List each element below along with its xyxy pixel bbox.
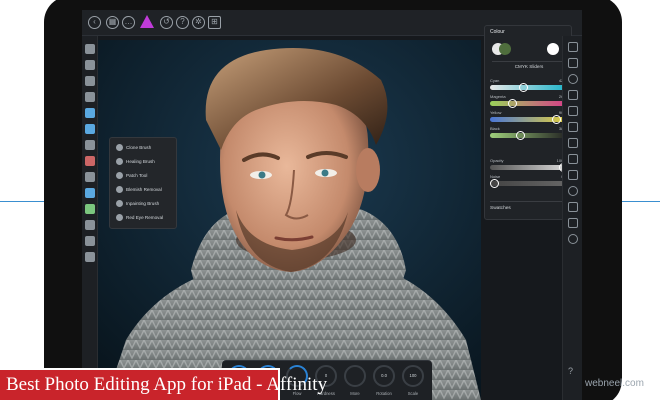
slider-label: Cyan <box>490 78 500 83</box>
slider-label: Opacity <box>490 158 504 163</box>
slider-track[interactable] <box>490 133 568 138</box>
erase-tool-icon[interactable] <box>85 156 95 166</box>
inpainting-brush-item[interactable]: Inpainting Brush <box>114 197 176 210</box>
colour-icon[interactable] <box>568 74 578 84</box>
shape-tool-icon[interactable] <box>85 236 95 246</box>
slider-knob[interactable] <box>552 115 562 124</box>
left-toolbar <box>82 36 98 400</box>
colour-panel-title: Colour <box>490 29 505 35</box>
slider-label: Yellow <box>490 110 502 115</box>
effects-icon[interactable] <box>568 122 578 132</box>
paint-brush-icon[interactable] <box>85 140 95 150</box>
guide-line-left <box>0 201 45 202</box>
slider-knob[interactable] <box>490 179 499 188</box>
brush-tool-icon[interactable] <box>85 76 95 86</box>
guide-line-right <box>620 201 660 202</box>
move-tool-icon[interactable] <box>85 60 95 70</box>
brush-dial-label: Scale <box>407 391 419 396</box>
retouch-tools-flyout: Clone Brush Healing Brush Patch Tool Ble… <box>109 137 177 229</box>
brush-dial-5[interactable]: 0.0 <box>373 365 395 387</box>
slider-cyan[interactable]: Cyan42 % <box>490 78 568 94</box>
slider-track[interactable] <box>490 165 568 170</box>
selection-tool-icon[interactable] <box>85 108 95 118</box>
clone-brush-icon <box>116 144 123 151</box>
slider-label: Black <box>490 126 500 131</box>
help-icon[interactable]: ? <box>176 16 189 29</box>
slider-knob[interactable] <box>507 99 517 108</box>
slider-track[interactable] <box>490 85 568 90</box>
brush-dial-6[interactable]: 100 <box>402 365 424 387</box>
retouch-tool-icon[interactable] <box>85 188 95 198</box>
plugin-icon[interactable]: ⊞ <box>208 16 221 29</box>
slider-track[interactable] <box>490 101 568 106</box>
blemish-removal-icon <box>116 186 123 193</box>
text-styles-icon[interactable] <box>568 154 578 164</box>
slider-label: Magenta <box>490 94 506 99</box>
secondary-colour-swatch[interactable] <box>499 43 511 55</box>
history-panel-icon[interactable] <box>568 234 578 244</box>
slider-black[interactable]: Black38 % <box>490 126 568 142</box>
filters-icon[interactable] <box>568 106 578 116</box>
swatches-section[interactable]: Swatches <box>490 201 568 213</box>
colour-panel: Colour CMYK Sliders Cyan42 %Magenta26 %Y… <box>484 25 572 220</box>
brushes-icon[interactable] <box>568 90 578 100</box>
affinity-logo-icon[interactable] <box>140 15 154 28</box>
patch-tool-icon <box>116 172 123 179</box>
colour-mode-selector[interactable]: CMYK Sliders <box>492 61 566 70</box>
adjustments-icon[interactable] <box>568 58 578 68</box>
navigator-icon[interactable] <box>568 202 578 212</box>
history-icon[interactable]: ↺ <box>160 16 173 29</box>
healing-brush-icon <box>116 158 123 165</box>
blemish-removal-item[interactable]: Blemish Removal <box>114 183 176 196</box>
brush-dial-4[interactable] <box>344 365 366 387</box>
pen-tool-icon[interactable] <box>85 220 95 230</box>
more-icon[interactable]: … <box>122 16 135 29</box>
app-screen: ‹ ▦ … ↺ ? ✲ ⊞ Clone Brush Healing Brush … <box>82 10 582 400</box>
hand-tool-icon[interactable] <box>85 44 95 54</box>
slider-yellow[interactable]: Yellow90 % <box>490 110 568 126</box>
slider-knob[interactable] <box>518 83 528 92</box>
transform-icon[interactable] <box>568 218 578 228</box>
white-colour-swatch[interactable] <box>547 43 559 55</box>
liquify-tool-icon[interactable] <box>85 124 95 134</box>
dodge-tool-icon[interactable] <box>85 204 95 214</box>
inpainting-brush-icon <box>116 200 123 207</box>
patch-tool-item[interactable]: Patch Tool <box>114 169 176 182</box>
histogram-icon[interactable] <box>568 186 578 196</box>
crop-tool-icon[interactable] <box>85 92 95 102</box>
slider-knob[interactable] <box>516 131 526 140</box>
layers-icon[interactable] <box>568 42 578 52</box>
slider-noise[interactable]: Noise0 % <box>490 174 568 190</box>
fill-tool-icon[interactable] <box>85 172 95 182</box>
clone-brush-item[interactable]: Clone Brush <box>114 141 176 154</box>
settings-icon[interactable]: ✲ <box>192 16 205 29</box>
styles-icon[interactable] <box>568 138 578 148</box>
right-toolbar: ? <box>562 36 582 400</box>
help-icon[interactable]: ? <box>568 366 578 376</box>
screenshot: ‹ ▦ … ↺ ? ✲ ⊞ Clone Brush Healing Brush … <box>0 0 660 400</box>
red-eye-removal-icon <box>116 214 123 221</box>
slider-magenta[interactable]: Magenta26 % <box>490 94 568 110</box>
brush-dial-label: Rotation <box>376 391 392 396</box>
red-eye-removal-item[interactable]: Red Eye Removal <box>114 211 176 224</box>
slider-track[interactable] <box>490 181 568 186</box>
healing-brush-item[interactable]: Healing Brush <box>114 155 176 168</box>
brush-dial-label: More <box>350 391 360 396</box>
caption-banner: Best Photo Editing App for iPad - Affini… <box>0 368 327 400</box>
channels-icon[interactable] <box>568 170 578 180</box>
slider-opacity[interactable]: Opacity100 % <box>490 158 568 174</box>
back-icon[interactable]: ‹ <box>88 16 101 29</box>
text-tool-icon[interactable] <box>85 252 95 262</box>
watermark: webneel.com <box>585 378 644 389</box>
grid-icon[interactable]: ▦ <box>106 16 119 29</box>
